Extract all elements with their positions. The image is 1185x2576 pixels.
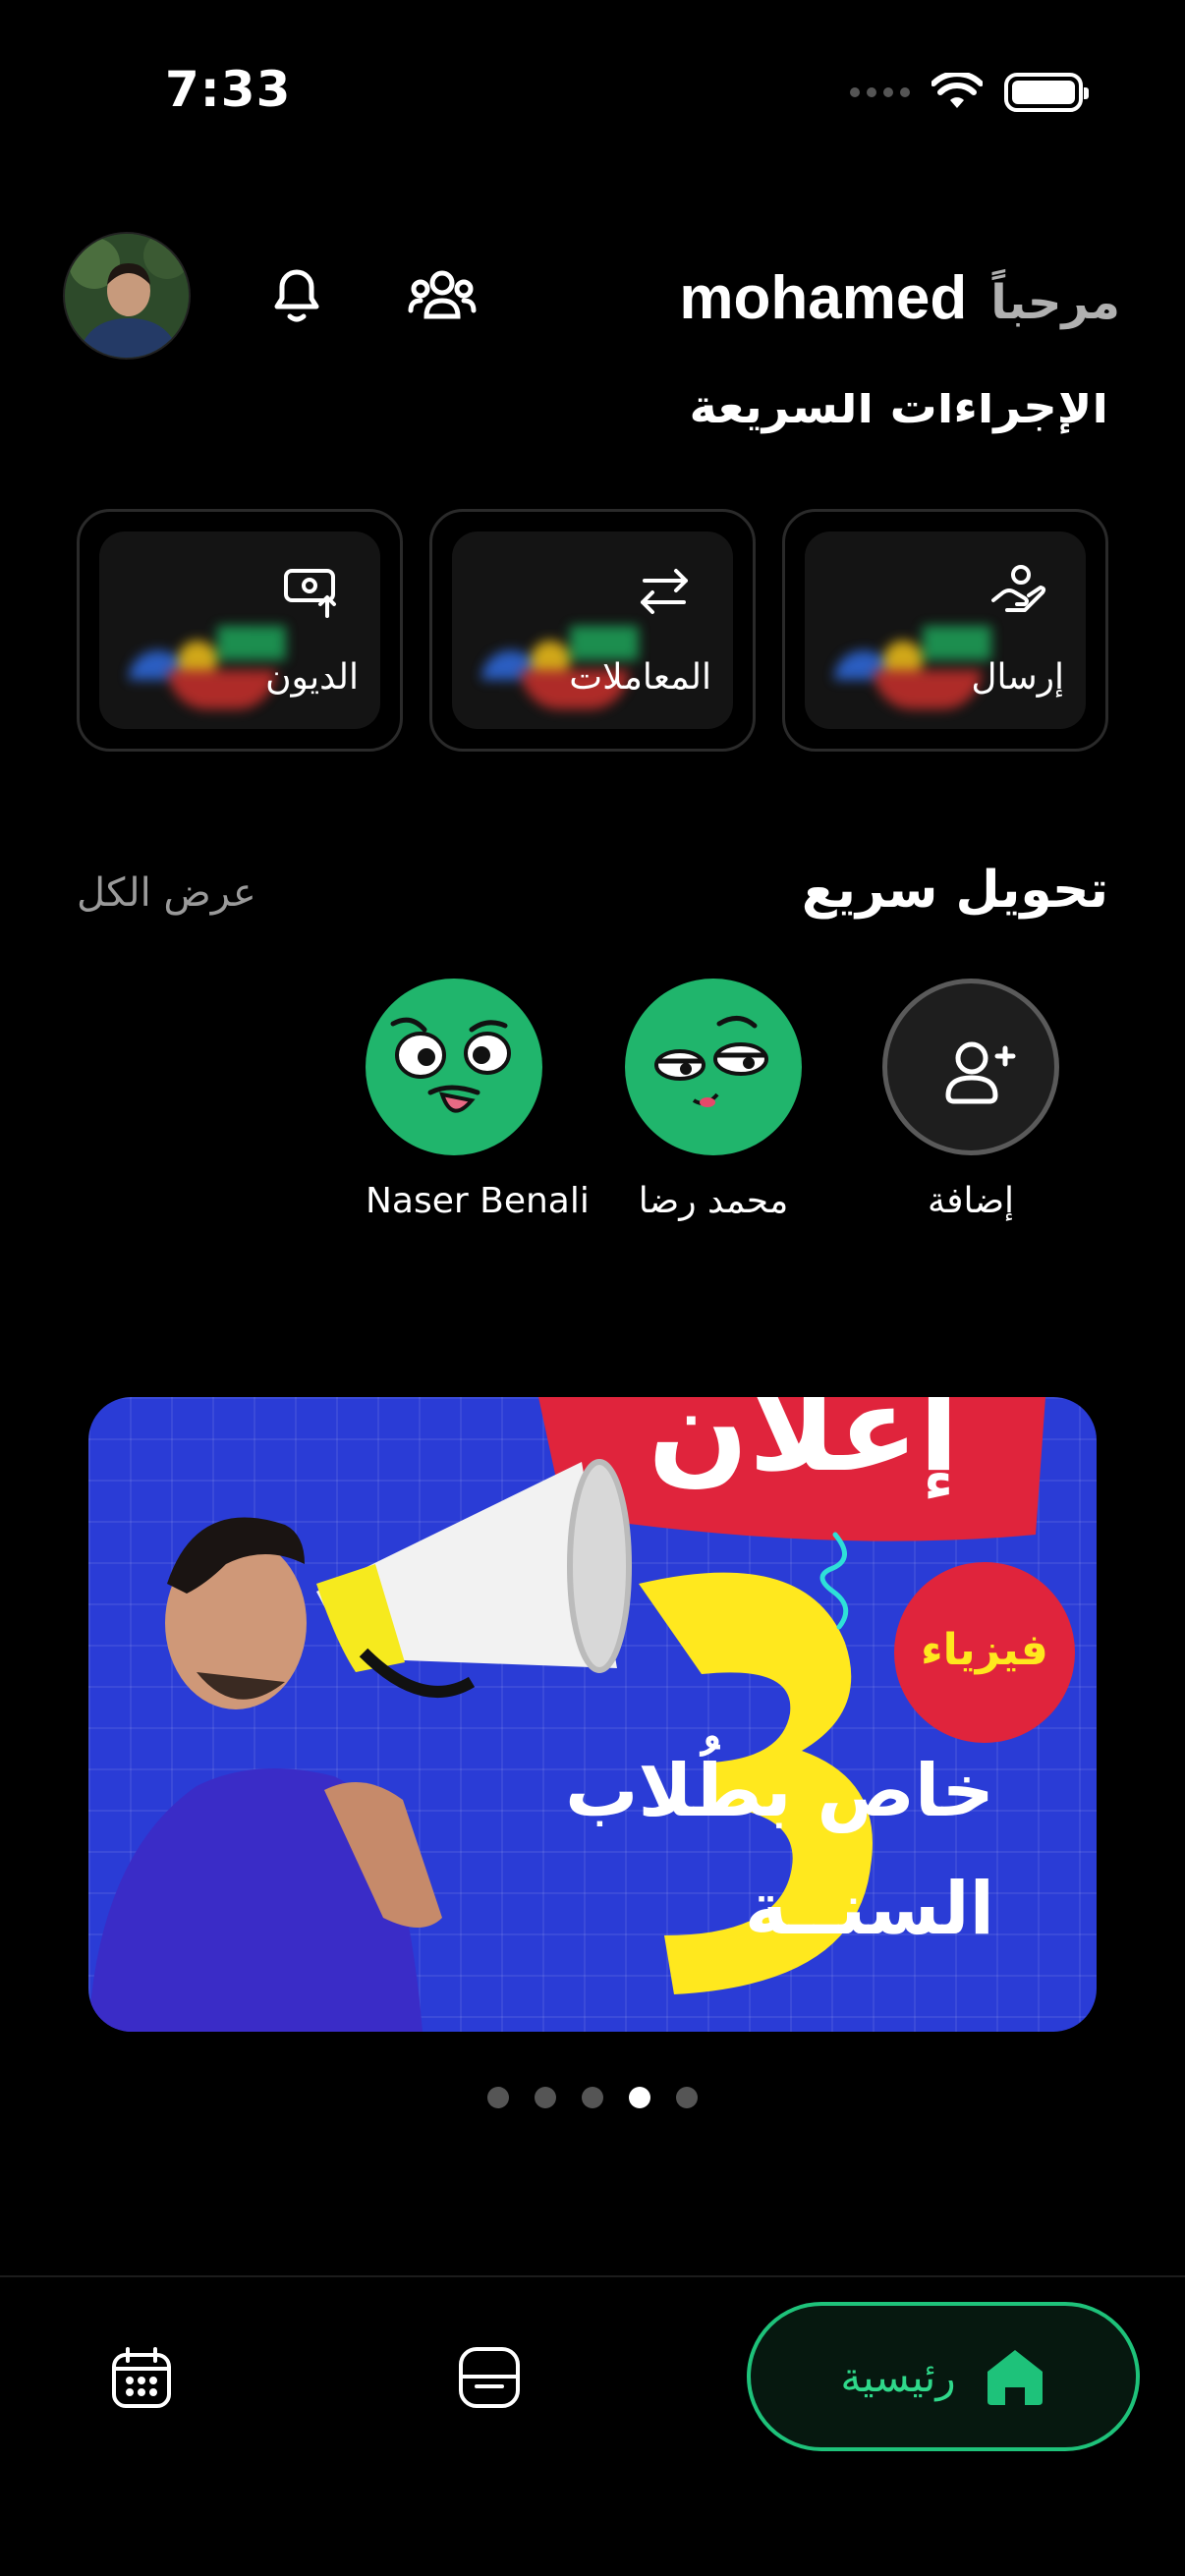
action-debts[interactable]: الديون — [77, 509, 403, 752]
action-transactions-label: المعاملات — [569, 657, 711, 698]
status-icons — [850, 73, 1089, 112]
action-debts-label: الديون — [265, 657, 359, 698]
action-send[interactable]: إرسال — [782, 509, 1108, 752]
contact-name: Naser Benali — [366, 1181, 590, 1221]
group-users-icon[interactable] — [405, 257, 480, 332]
calendar-icon[interactable] — [104, 2340, 179, 2415]
quick-actions: الديون المعاملات إرسال — [77, 509, 1108, 752]
contact-name: محمد رضا — [638, 1181, 789, 1221]
contact-add[interactable]: إضافة — [882, 979, 1059, 1221]
promo-banner[interactable]: إعلان فيزياء خاص بطُلاب السنــة — [88, 1397, 1097, 2032]
money-upload-icon — [284, 569, 336, 618]
contact-naser-benali[interactable]: Naser Benali — [366, 979, 590, 1221]
emoji-avatar — [366, 979, 542, 1155]
carousel-dot[interactable] — [582, 2087, 603, 2108]
greeting-text: مرحباً — [990, 275, 1120, 330]
quick-transfer-title: تحويل سريع — [801, 861, 1108, 920]
banner-line-2: السنــة — [744, 1867, 994, 1951]
banner-subject-badge: فيزياء — [921, 1625, 1048, 1675]
cellular-signal-icon — [850, 87, 910, 97]
battery-icon — [1004, 73, 1089, 112]
wallet-icon[interactable] — [452, 2340, 527, 2415]
carousel-dot[interactable] — [535, 2087, 556, 2108]
emoji-avatar — [625, 979, 802, 1155]
nav-home-button[interactable]: رئيسية — [747, 2302, 1140, 2451]
status-time: 7:33 — [165, 61, 292, 118]
notification-bell-icon[interactable] — [259, 257, 334, 332]
action-send-label: إرسال — [971, 657, 1064, 698]
home-icon — [987, 2350, 1043, 2405]
user-name: mohamed — [679, 264, 968, 332]
avatar[interactable] — [63, 232, 191, 360]
carousel-dot[interactable] — [676, 2087, 698, 2108]
carousel-dot-active[interactable] — [629, 2087, 650, 2108]
banner-headline: إعلان — [648, 1397, 959, 1498]
transfer-arrows-icon — [641, 569, 688, 614]
action-transactions[interactable]: المعاملات — [429, 509, 756, 752]
nav-divider — [0, 2275, 1185, 2277]
hand-money-icon — [991, 565, 1046, 612]
greeting: mohamed مرحباً — [679, 263, 1120, 333]
banner-line-1: خاص بطُلاب — [565, 1749, 994, 1833]
contact-name: إضافة — [927, 1181, 1015, 1221]
carousel-dot[interactable] — [487, 2087, 509, 2108]
add-user-icon — [945, 1041, 1016, 1104]
quick-actions-title: الإجراءات السريعة — [689, 393, 1108, 434]
carousel-pagination — [0, 2087, 1185, 2108]
view-all-link[interactable]: عرض الكل — [77, 870, 256, 916]
contact-mohamed-reda[interactable]: محمد رضا — [625, 979, 802, 1221]
wifi-icon — [931, 73, 983, 108]
nav-home-label: رئيسية — [840, 2352, 956, 2401]
